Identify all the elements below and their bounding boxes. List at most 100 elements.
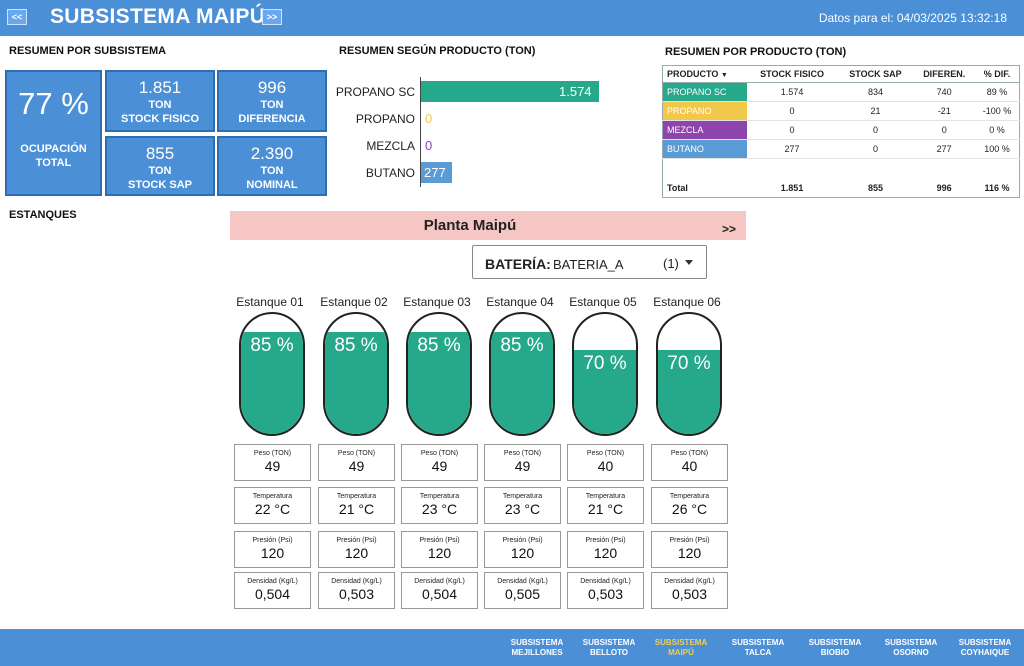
- tank-gauge[interactable]: 70 %: [572, 312, 638, 436]
- cell-diferencia: -21: [913, 101, 976, 121]
- footer-nav: SUBSISTEMA MEJILLONES SUBSISTEMA BELLOTO SUB…: [0, 629, 1024, 666]
- cell-dif-pct: 89 %: [975, 82, 1020, 102]
- tank-name: Estanque 03: [403, 295, 471, 309]
- tank-peso-label: Peso (TON): [503, 450, 542, 457]
- page-title: SUBSISTEMA MAIPÚ: [50, 5, 266, 28]
- tank-temperatura-value: 23 °C: [421, 501, 458, 517]
- tank-presion-box: Presión (Psi) 120: [234, 531, 311, 568]
- tank-temperatura-box: Temperatura 23 °C: [484, 487, 561, 524]
- product-summary-table: PRODUCTO ▼ STOCK FISICO STOCK SAP DIFERE…: [662, 65, 1020, 198]
- footer-nav-item[interactable]: SUBSISTEMA COYHAIQUE: [950, 638, 1020, 658]
- tank-densidad-value: 0,504: [421, 586, 458, 602]
- footer-nav-item[interactable]: SUBSISTEMA BIOBIO: [800, 638, 870, 658]
- kpi-ocupacion-label-2: TOTAL: [35, 157, 72, 169]
- footer-nav-line1: SUBSISTEMA: [731, 638, 785, 647]
- kpi-nominal-unit: TON: [260, 165, 284, 177]
- tank-peso-value: 49: [264, 458, 281, 474]
- tank-densidad-box: Densidad (Kg/L) 0,503: [567, 572, 644, 609]
- tank-gauge[interactable]: 70 %: [656, 312, 722, 436]
- cell-dif-pct: 100 %: [975, 139, 1020, 159]
- cell-stock-sap: 0: [837, 139, 914, 159]
- col-producto-header[interactable]: PRODUCTO ▼: [662, 65, 747, 83]
- tank-densidad-label: Densidad (Kg/L): [247, 578, 298, 585]
- tank-presion-label: Presión (Psi): [669, 537, 710, 544]
- footer-nav-item[interactable]: SUBSISTEMA BELLOTO: [574, 638, 644, 658]
- bateria-select-value: BATERIA_A: [553, 257, 624, 272]
- tank-temperatura-value: 21 °C: [338, 501, 375, 517]
- col-stock-sap-header: STOCK SAP: [837, 65, 914, 83]
- tank-densidad-box: Densidad (Kg/L) 0,503: [318, 572, 395, 609]
- table-row[interactable]: BUTANO 277 0 277 100 %: [662, 139, 1020, 159]
- tank-densidad-value: 0,503: [338, 586, 375, 602]
- chart-category-label: MEZCLA: [366, 139, 415, 153]
- footer-nav-item[interactable]: SUBSISTEMA MAIPÚ: [646, 638, 716, 658]
- table-row[interactable]: MEZCLA 0 0 0 0 %: [662, 120, 1020, 140]
- total-dif-pct: 116 %: [984, 182, 1010, 193]
- tank-temperatura-box: Temperatura 22 °C: [234, 487, 311, 524]
- tank-densidad-label: Densidad (Kg/L): [414, 578, 465, 585]
- chart-title: RESUMEN SEGÚN PRODUCTO (TON): [339, 45, 536, 57]
- tank-peso-box: Peso (TON) 40: [651, 444, 728, 481]
- kpi-stock-fisico: 1.851 TON STOCK FISICO: [105, 70, 215, 132]
- footer-nav-line2: BELLOTO: [589, 648, 629, 657]
- tank-gauge[interactable]: 85 %: [489, 312, 555, 436]
- cell-producto: BUTANO: [662, 139, 747, 159]
- kpi-stock-fisico-unit: TON: [148, 99, 172, 111]
- tank-temperatura-label: Temperatura: [669, 493, 710, 500]
- col-stock-fisico-header: STOCK FISICO: [746, 65, 838, 83]
- tank-name: Estanque 01: [236, 295, 304, 309]
- tank-percent: 85 %: [417, 335, 461, 356]
- tank-peso-label: Peso (TON): [253, 450, 292, 457]
- chart-value-label: 1.574: [559, 84, 592, 99]
- footer-nav-line1: SUBSISTEMA: [884, 638, 938, 647]
- total-stock-fisico: 1.851: [780, 182, 804, 193]
- footer-nav-item[interactable]: SUBSISTEMA TALCA: [723, 638, 793, 658]
- cell-diferencia: 0: [913, 120, 976, 140]
- table-row[interactable]: PROPANO 0 21 -21 -100 %: [662, 101, 1020, 121]
- table-header-row: PRODUCTO ▼ STOCK FISICO STOCK SAP DIFERE…: [662, 65, 1020, 83]
- prev-subsystem-button[interactable]: <<: [7, 9, 27, 25]
- total-label: Total: [667, 182, 688, 193]
- kpi-ocupacion-label-1: OCUPACIÓN: [20, 143, 87, 155]
- footer-nav-line2: COYHAIQUE: [960, 648, 1010, 657]
- footer-nav-line2: TALCA: [744, 648, 772, 657]
- tank-presion-box: Presión (Psi) 120: [484, 531, 561, 568]
- tank-presion-label: Presión (Psi): [336, 537, 377, 544]
- bateria-select[interactable]: BATERÍA: BATERIA_A (1): [472, 245, 707, 279]
- footer-nav-item[interactable]: SUBSISTEMA OSORNO: [876, 638, 946, 658]
- footer-nav-line1: SUBSISTEMA: [808, 638, 862, 647]
- tank-presion-value: 120: [593, 545, 618, 561]
- kpi-ocupacion-total: 77 % OCUPACIÓN TOTAL: [5, 70, 102, 196]
- tank-presion-label: Presión (Psi): [252, 537, 293, 544]
- table-row[interactable]: PROPANO SC 1.574 834 740 89 %: [662, 82, 1020, 102]
- tank-name: Estanque 06: [653, 295, 721, 309]
- cell-diferencia: 740: [913, 82, 976, 102]
- tank-densidad-label: Densidad (Kg/L): [331, 578, 382, 585]
- tank-gauge[interactable]: 85 %: [239, 312, 305, 436]
- kpi-diferencia: 996 TON DIFERENCIA: [217, 70, 327, 132]
- tank-presion-value: 120: [427, 545, 452, 561]
- tank-presion-box: Presión (Psi) 120: [651, 531, 728, 568]
- tank-peso-value: 49: [431, 458, 448, 474]
- tank-gauge[interactable]: 85 %: [406, 312, 472, 436]
- tank-densidad-label: Densidad (Kg/L): [664, 578, 715, 585]
- planta-title: Planta Maipú: [423, 217, 517, 234]
- tank-name: Estanque 04: [486, 295, 554, 309]
- tank-temperatura-label: Temperatura: [419, 493, 460, 500]
- kpi-diferencia-label: DIFERENCIA: [238, 113, 306, 125]
- tank-gauge[interactable]: 85 %: [323, 312, 389, 436]
- next-subsystem-button[interactable]: >>: [262, 9, 282, 25]
- kpi-stock-fisico-value: 1.851: [138, 78, 182, 97]
- footer-nav-line1: SUBSISTEMA: [654, 638, 708, 647]
- tank-presion-label: Presión (Psi): [419, 537, 460, 544]
- tank-peso-label: Peso (TON): [337, 450, 376, 457]
- next-planta-button[interactable]: >>: [722, 222, 736, 236]
- tank-peso-value: 49: [514, 458, 531, 474]
- footer-nav-line1: SUBSISTEMA: [582, 638, 636, 647]
- kpi-stock-sap: 855 TON STOCK SAP: [105, 136, 215, 196]
- tank-percent: 85 %: [334, 335, 378, 356]
- cell-stock-fisico: 0: [746, 120, 838, 140]
- footer-nav-item[interactable]: SUBSISTEMA MEJILLONES: [502, 638, 572, 658]
- footer-nav-line1: SUBSISTEMA: [510, 638, 564, 647]
- col-diferencia-header: DIFEREN.: [913, 65, 976, 83]
